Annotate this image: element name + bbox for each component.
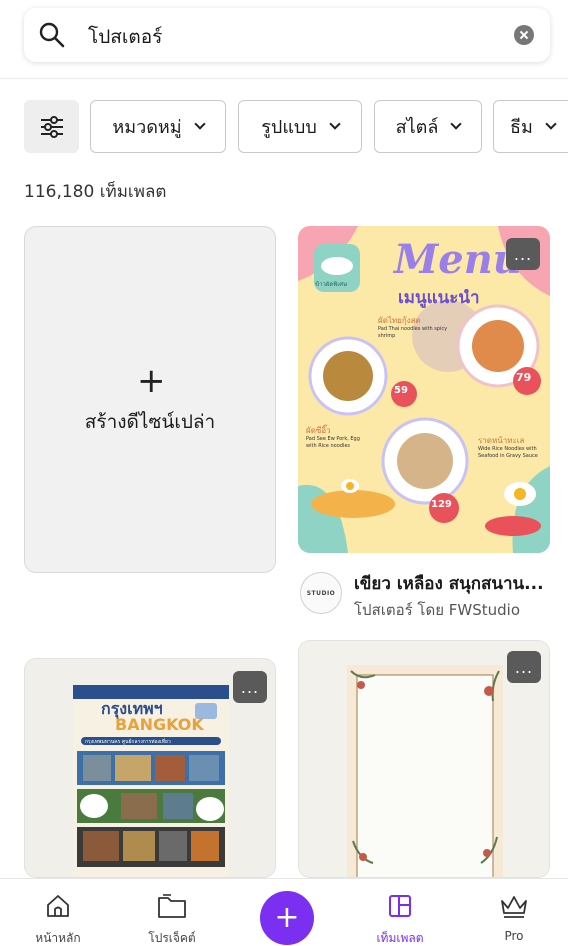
filter-settings-button[interactable] (24, 100, 79, 153)
filter-format[interactable]: รูปแบบ (238, 100, 362, 153)
nav-templates-label: เท็มเพลต (376, 931, 424, 945)
search-icon (39, 22, 65, 48)
nav-projects-label: โปรเจ็คต์ (148, 931, 196, 945)
filter-category[interactable]: หมวดหมู่ (90, 100, 226, 153)
bangkok-title-en: BANGKOK (115, 715, 204, 734)
creator-avatar[interactable]: STUDIO (300, 572, 342, 614)
nav-pro[interactable]: Pro (464, 879, 564, 946)
dish-desc: Pad Thai noodles with spicy shrimp (378, 326, 448, 339)
plus-icon: + (274, 900, 300, 935)
template-subtitle[interactable]: โปสเตอร์ โดย FWStudio (354, 598, 520, 622)
dish-desc: Wide Rice Noodles with Seafood in Gravy … (478, 446, 538, 459)
template-card-frame[interactable]: ... (298, 640, 550, 878)
chevron-down-icon (329, 118, 341, 130)
nav-projects[interactable]: โปรเจ็คต์ (122, 879, 222, 946)
filter-category-label: หมวดหมู่ (112, 117, 182, 138)
create-blank-card[interactable]: + สร้างดีไซน์เปล่า (24, 226, 276, 573)
results-count: 116,180 เท็มเพลต (24, 182, 167, 202)
sliders-icon (40, 115, 63, 138)
create-button[interactable]: + (260, 891, 314, 945)
chevron-down-icon (193, 118, 206, 130)
creator-logo-text: STUDIO (306, 589, 336, 597)
more-options-button[interactable]: ... (507, 651, 541, 683)
filter-theme-label: ธีม (510, 117, 533, 138)
dish-price: 129 (431, 499, 452, 510)
chevron-down-icon (545, 118, 557, 130)
template-icon (389, 895, 411, 917)
dish-price: 79 (516, 371, 532, 384)
nav-pro-label: Pro (504, 929, 524, 943)
filter-theme[interactable]: ธีม (493, 100, 568, 153)
nav-templates[interactable]: เท็มเพลต (350, 879, 450, 946)
filter-style-label: สไตล์ (395, 117, 439, 138)
home-icon (47, 895, 69, 917)
bangkok-tagline: กรุงเทพมหานคร ศูนย์กลางการท่องเที่ยว (85, 739, 171, 745)
template-card-bangkok[interactable]: กรุงเทพฯ BANGKOK กรุงเทพมหานคร ศูนย์กลาง… (24, 658, 276, 878)
more-options-button[interactable]: ... (506, 238, 540, 270)
filter-style[interactable]: สไตล์ (374, 100, 482, 153)
template-title[interactable]: เขียว เหลือง สนุกสนาน... (354, 570, 544, 597)
search-bar[interactable]: โปสเตอร์ (24, 8, 550, 62)
dish-price: 59 (394, 385, 408, 396)
more-options-button[interactable]: ... (233, 671, 267, 703)
menu-heading: Menu (394, 236, 522, 283)
plus-icon: + (137, 361, 166, 401)
header-divider (0, 78, 568, 79)
clear-search-icon[interactable] (514, 25, 534, 45)
filter-format-label: รูปแบบ (261, 117, 317, 138)
menu-badge-top: ข้าวผัดพิเศษ (315, 281, 348, 288)
nav-home-label: หน้าหลัก (35, 931, 81, 945)
search-input[interactable]: โปสเตอร์ (88, 22, 162, 52)
nav-home[interactable]: หน้าหลัก (8, 879, 108, 946)
crown-icon (501, 896, 527, 918)
menu-subheading: เมนูแนะนำ (398, 288, 480, 308)
create-blank-label: สร้างดีไซน์เปล่า (84, 411, 216, 433)
template-card-menu[interactable]: Menu เมนูแนะนำ ข้าวผัดพิเศษ ผัดไทยกุ้งสด… (298, 226, 550, 553)
chevron-down-icon (450, 118, 463, 130)
folder-icon (158, 894, 186, 918)
dish-desc: Pad See Ew Pork, Egg with Rice noodles (306, 436, 360, 449)
